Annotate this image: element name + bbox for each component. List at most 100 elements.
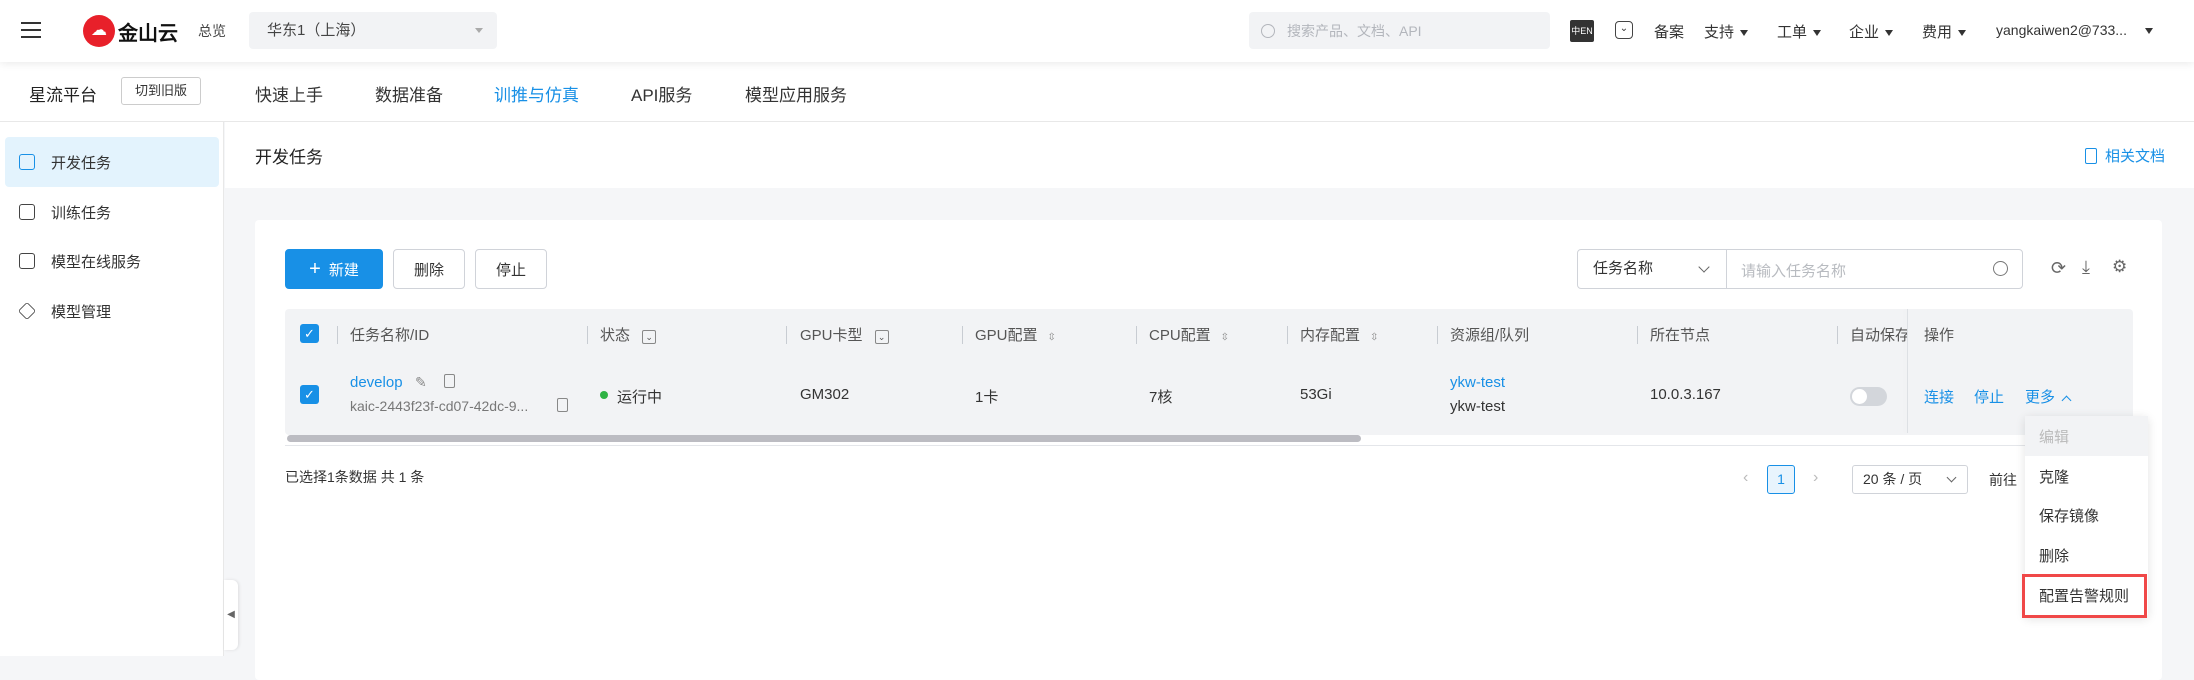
related-docs-link[interactable]: 相关文档 — [2085, 145, 2165, 166]
connect-action[interactable]: 连接 — [1924, 386, 1954, 407]
menu-item-delete[interactable]: 删除 — [2025, 535, 2148, 575]
table-bottom-divider — [285, 445, 2133, 446]
header-gpu-type[interactable]: GPU卡型 ⌄ — [800, 324, 889, 345]
resource-group-link[interactable]: ykw-test — [1450, 374, 1505, 391]
page-1-button[interactable]: 1 — [1767, 465, 1795, 494]
horizontal-scrollbar-thumb[interactable] — [287, 435, 1361, 442]
select-all-checkbox[interactable]: ✓ — [300, 324, 319, 343]
column-divider — [786, 326, 787, 344]
hamburger-menu-icon[interactable] — [21, 22, 41, 38]
region-select[interactable]: 华东1（上海） — [249, 12, 497, 49]
nav-tab-data[interactable]: 数据准备 — [375, 81, 443, 106]
global-search-input[interactable]: 搜索产品、文档、API — [1249, 12, 1550, 49]
menu-item-save-image[interactable]: 保存镜像 — [2025, 495, 2148, 535]
filter-icon[interactable]: ⌄ — [642, 330, 657, 344]
memory-config-cell: 53Gi — [1300, 386, 1332, 403]
header-status[interactable]: 状态 ⌄ — [600, 324, 657, 345]
language-switch-icon[interactable]: 中EN — [1570, 20, 1594, 42]
header-label: GPU配置 — [975, 327, 1038, 344]
nav-tab-api[interactable]: API服务 — [631, 81, 692, 106]
refresh-icon[interactable]: ⟳ — [2051, 258, 2066, 279]
filter-icon[interactable]: ⌄ — [874, 330, 889, 344]
sidebar-item-training-tasks[interactable]: 训练任务 — [5, 187, 219, 237]
region-value: 华东1（上海） — [267, 22, 366, 39]
search-placeholder: 搜索产品、文档、API — [1287, 22, 1422, 39]
task-name-link[interactable]: develop — [350, 374, 403, 391]
header-label: GPU卡型 — [800, 327, 863, 344]
header-auto-save: 自动保存 — [1850, 327, 1907, 344]
sidebar-item-label: 训练任务 — [51, 204, 112, 222]
menu-label: 费用 — [1922, 24, 1953, 41]
button-label: 切到旧版 — [134, 83, 187, 98]
column-divider — [1437, 326, 1438, 344]
header-memory-config[interactable]: 内存配置 ⇳ — [1300, 324, 1378, 345]
top-bar: ☁ 金山云 总览 华东1（上海） 搜索产品、文档、API 中EN ⌄ 备案 支持… — [0, 0, 2194, 62]
more-action[interactable]: 更多 — [2025, 386, 2072, 407]
sort-icon[interactable]: ⇳ — [1048, 332, 1056, 343]
more-label: 更多 — [2025, 389, 2056, 406]
header-resource-group: 资源组/队列 — [1450, 327, 1530, 344]
chevron-down-icon — [1698, 261, 1710, 273]
sidebar-item-dev-tasks[interactable]: 开发任务 — [5, 137, 219, 187]
settings-gear-icon[interactable]: ⚙ — [2112, 257, 2127, 277]
nav-tab-training[interactable]: 训推与仿真 — [494, 81, 579, 106]
menu-item-clone[interactable]: 克隆 — [2025, 456, 2148, 496]
filter-field-select[interactable]: 任务名称 — [1578, 250, 1727, 288]
menu-ticket[interactable]: 工单 — [1777, 21, 1822, 42]
menu-enterprise[interactable]: 企业 — [1849, 21, 1894, 42]
sidebar-item-label: 开发任务 — [51, 154, 112, 172]
overview-link[interactable]: 总览 — [198, 21, 226, 41]
switch-old-version-button[interactable]: 切到旧版 — [121, 77, 201, 105]
logo[interactable]: ☁ 金山云 — [83, 15, 178, 47]
sidebar-item-online-service[interactable]: 模型在线服务 — [5, 236, 219, 286]
task-id: kaic-2443f23f-cd07-42dc-9... — [350, 398, 529, 414]
menu-billing[interactable]: 费用 — [1922, 21, 1967, 42]
link-label: 相关文档 — [2105, 148, 2166, 165]
platform-name: 星流平台 — [29, 86, 97, 105]
auto-save-toggle[interactable] — [1850, 387, 1887, 406]
stop-button[interactable]: 停止 — [475, 249, 547, 289]
task-list-card — [255, 220, 2162, 680]
sidebar-item-model-management[interactable]: 模型管理 — [5, 286, 219, 336]
caret-down-icon — [1740, 30, 1749, 37]
sort-icon[interactable]: ⇳ — [1221, 332, 1229, 343]
caret-down-icon — [2144, 28, 2153, 35]
sidebar-item-label: 模型在线服务 — [51, 253, 142, 271]
user-menu[interactable]: yangkaiwen2@733... — [1996, 22, 2153, 38]
column-divider — [1837, 326, 1838, 344]
row-checkbox[interactable]: ✓ — [300, 385, 319, 404]
page-size-select[interactable]: 20 条 / 页 — [1852, 465, 1968, 494]
copy-icon[interactable] — [557, 398, 568, 412]
stop-action[interactable]: 停止 — [1974, 386, 2004, 407]
header-label: 状态 — [600, 327, 631, 344]
document-icon — [2085, 147, 2097, 164]
sort-icon[interactable]: ⇳ — [1370, 332, 1378, 343]
nav-tab-quickstart[interactable]: 快速上手 — [255, 81, 323, 106]
selection-info: 已选择1条数据 共 1 条 — [285, 467, 424, 487]
header-cpu-config[interactable]: CPU配置 ⇳ — [1149, 324, 1229, 345]
cube-icon — [17, 301, 37, 321]
next-page-button[interactable]: › — [1813, 469, 1818, 487]
edit-icon[interactable]: ✎ — [415, 374, 427, 391]
new-task-button[interactable]: + 新建 — [285, 249, 383, 289]
copy-icon[interactable] — [444, 374, 455, 388]
gpu-type-cell: GM302 — [800, 386, 850, 403]
status-running-dot — [600, 391, 608, 399]
gpu-config-cell: 1卡 — [975, 389, 999, 406]
download-icon[interactable]: ⤓ — [2082, 257, 2090, 278]
filter-field-value: 任务名称 — [1593, 260, 1654, 277]
header-gpu-config[interactable]: GPU配置 ⇳ — [975, 324, 1056, 345]
message-icon[interactable]: ⌄ — [1615, 21, 1633, 39]
page-title: 开发任务 — [255, 148, 323, 167]
search-icon[interactable] — [1993, 261, 2008, 276]
sidebar-item-label: 模型管理 — [51, 303, 112, 321]
prev-page-button[interactable]: ‹ — [1743, 469, 1748, 487]
task-search-input[interactable]: 请输入任务名称 — [1741, 260, 1846, 281]
filing-link[interactable]: 备案 — [1654, 21, 1684, 42]
menu-support[interactable]: 支持 — [1704, 21, 1749, 42]
queue-cell: ykw-test — [1450, 398, 1506, 415]
delete-button[interactable]: 删除 — [393, 249, 465, 289]
product-nav: 星流平台 切到旧版 快速上手 数据准备 训推与仿真 API服务 模型应用服务 — [0, 62, 2194, 122]
nav-tab-apps[interactable]: 模型应用服务 — [745, 81, 847, 106]
sidebar-collapse-handle[interactable]: ◀ — [224, 580, 238, 650]
